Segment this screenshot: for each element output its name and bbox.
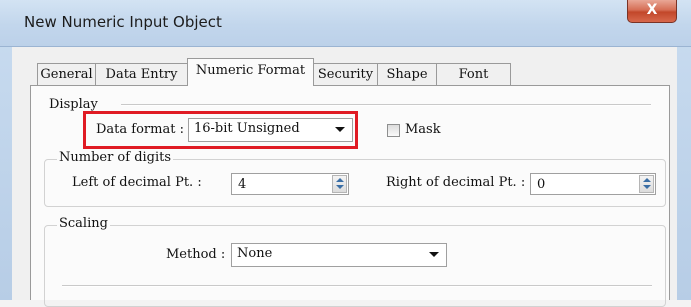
mask-label: Mask [405,122,441,137]
chevron-down-icon [429,252,439,257]
title-bar: New Numeric Input Object X [0,0,691,47]
tab-general[interactable]: General [37,63,96,85]
method-label: Method : [166,247,226,262]
right-decimal-label: Right of decimal Pt. : [386,175,526,190]
display-section-label: Display [49,97,98,112]
tab-label: Font [458,67,489,82]
display-divider [121,104,651,106]
tab-shape[interactable]: Shape [377,63,437,85]
tab-label: Security [317,67,374,82]
left-decimal-value: 4 [238,177,247,192]
tab-label: Numeric Format [195,63,306,78]
method-value: None [237,246,273,261]
window-title: New Numeric Input Object [24,13,222,31]
left-decimal-label: Left of decimal Pt. : [72,175,202,190]
left-decimal-input[interactable]: 4 [231,173,349,195]
scaling-divider [62,285,652,287]
spinner-arrows-icon[interactable] [332,175,347,193]
tab-numeric-format[interactable]: Numeric Format [187,58,314,86]
number-of-digits-label: Number of digits [57,150,174,165]
close-icon: X [646,2,658,18]
right-decimal-value: 0 [537,177,546,192]
scaling-label: Scaling [57,216,110,231]
right-decimal-input[interactable]: 0 [530,173,656,195]
highlight-box [83,111,358,149]
close-button[interactable]: X [627,0,677,23]
tab-security[interactable]: Security [313,63,378,85]
tab-label: Data Entry [105,67,178,82]
spinner-arrows-icon[interactable] [639,175,654,193]
mask-checkbox[interactable] [387,124,400,137]
method-select[interactable]: None [231,243,447,267]
tab-data-entry[interactable]: Data Entry [95,63,188,85]
tab-label: General [40,67,93,82]
tab-font[interactable]: Font [436,63,511,85]
tab-label: Shape [386,67,428,82]
